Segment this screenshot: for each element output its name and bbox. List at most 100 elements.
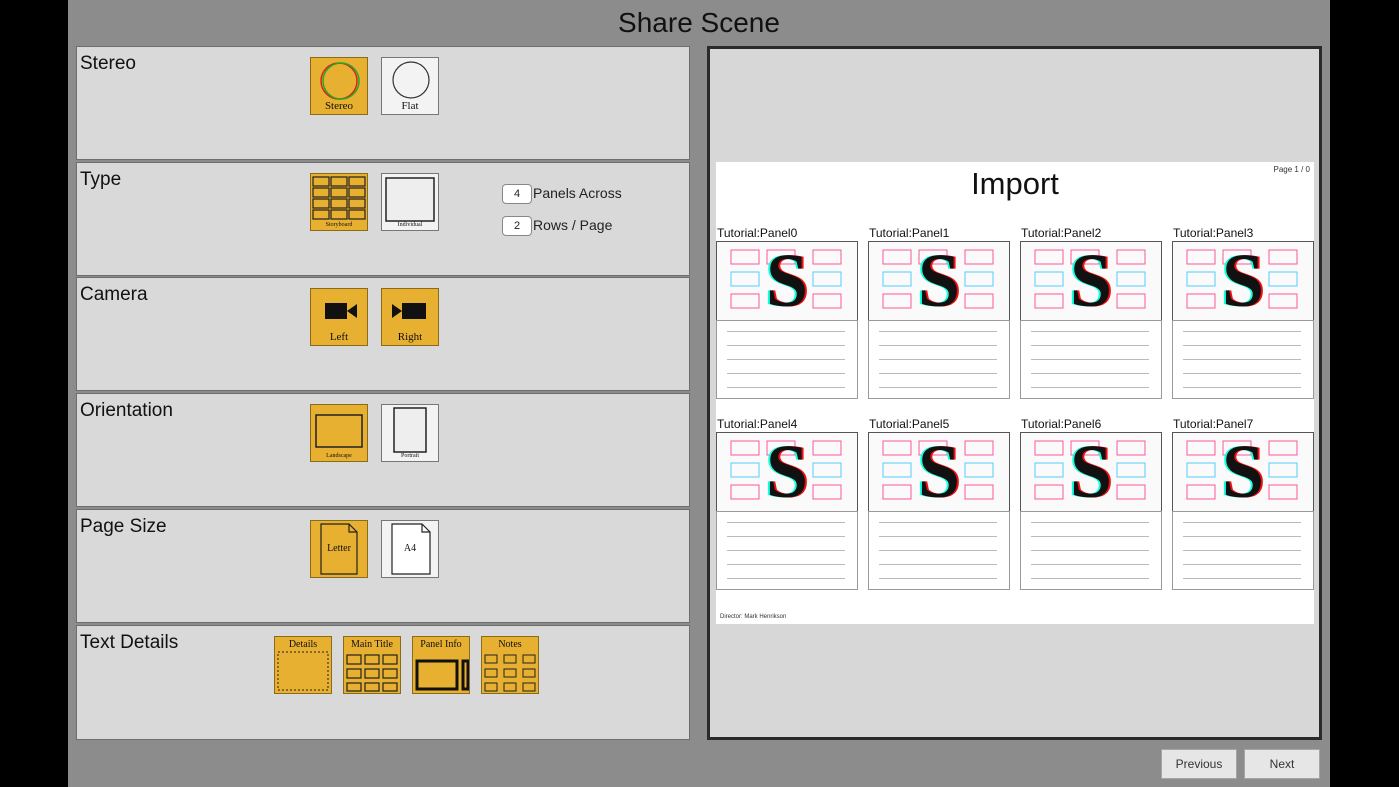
text-details-label: Text Details [80, 632, 179, 653]
a4-option-button[interactable]: A4 [381, 520, 439, 578]
anaglyph-logo-icon: SSS [1186, 433, 1298, 511]
preview-panel-name: Tutorial:Panel3 [1173, 226, 1254, 240]
window-title: Share Scene [618, 7, 780, 38]
camera-label: Camera [80, 284, 148, 305]
flat-option-button[interactable]: Flat [381, 57, 439, 115]
preview-page: Import Page 1 / 0 Tutorial:Panel0 S S S Tuto… [716, 162, 1314, 624]
letter-option-label: Letter [327, 543, 351, 554]
anaglyph-logo-icon: SSS [1186, 242, 1298, 320]
panel-thumbnail: SSS [868, 432, 1010, 512]
camera-left-label: Left [329, 331, 349, 343]
text-details-row: Text Details Details Main Title Panel In… [76, 625, 690, 740]
svg-text:S: S [766, 242, 808, 320]
panels-across-label: Panels Across [533, 185, 622, 201]
portrait-option-button[interactable]: Portrait [381, 404, 439, 462]
individual-option-label: Individual [397, 222, 423, 228]
anaglyph-logo-icon: SSS [882, 242, 994, 320]
storyboard-option-label: Storyboard [325, 222, 353, 228]
panel-thumbnail: SSS [868, 241, 1010, 321]
preview-panel: Tutorial:Panel5 S S S [868, 417, 1010, 593]
panel-thumbnail: SSS [1172, 241, 1314, 321]
share-scene-window: Share Scene Stereo Stereo Flat Type Stor… [68, 0, 1330, 787]
rows-per-page-label: Rows / Page [533, 217, 613, 233]
preview-panel: Tutorial:Panel6 S S S [1020, 417, 1162, 593]
camera-row: Camera Left Right [76, 277, 690, 391]
svg-text:S: S [1222, 242, 1264, 320]
anaglyph-logo-icon: SSS [882, 433, 994, 511]
type-row: Type Storyboard Individual 4 Panels Acro… [76, 162, 690, 276]
panel-notes-area [1020, 511, 1162, 590]
panel-thumbnail: SSS [1172, 432, 1314, 512]
preview-panel-name: Tutorial:Panel1 [869, 226, 950, 240]
stereo-option-label: Stereo [324, 100, 354, 112]
main-title-icon [346, 654, 398, 692]
main-title-toggle-button[interactable]: Main Title [343, 636, 401, 694]
a4-option-label: A4 [403, 543, 417, 554]
camera-right-button[interactable]: Right [381, 288, 439, 346]
panel-notes-area [716, 320, 858, 399]
notes-icon [484, 654, 536, 692]
page-size-row: Page Size Letter A4 [76, 509, 690, 623]
svg-text:S: S [918, 433, 960, 511]
stereo-option-button[interactable]: Stereo [310, 57, 368, 115]
preview-panel: Tutorial:Panel2 S S S [1020, 226, 1162, 402]
rows-per-page-input[interactable]: 2 [502, 216, 532, 236]
storyboard-option-button[interactable]: Storyboard [310, 173, 368, 231]
stereo-row: Stereo Stereo Flat [76, 46, 690, 160]
details-icon [277, 651, 329, 691]
panel-notes-area [716, 511, 858, 590]
preview-panel-name: Tutorial:Panel0 [717, 226, 798, 240]
panel-notes-area [868, 511, 1010, 590]
panel-thumbnail: SSS [1020, 241, 1162, 321]
svg-text:S: S [918, 242, 960, 320]
preview-frame: Import Page 1 / 0 Tutorial:Panel0 S S S Tuto… [707, 46, 1322, 740]
preview-panel: Tutorial:Panel1 S S S [868, 226, 1010, 402]
preview-panel-name: Tutorial:Panel2 [1021, 226, 1102, 240]
panel-notes-area [1020, 320, 1162, 399]
preview-panel-name: Tutorial:Panel7 [1173, 417, 1254, 431]
preview-page-number: Page 1 / 0 [1273, 165, 1310, 174]
details-toggle-button[interactable]: Details [274, 636, 332, 694]
orientation-label: Orientation [80, 400, 173, 421]
camera-right-label: Right [397, 331, 423, 343]
landscape-option-label: Landscape [326, 453, 352, 459]
svg-text:S: S [1070, 433, 1112, 511]
next-button[interactable]: Next [1244, 749, 1320, 779]
landscape-option-button[interactable]: Landscape [310, 404, 368, 462]
anaglyph-logo-icon: SSS [730, 433, 842, 511]
panel-thumbnail: SSS [1020, 432, 1162, 512]
previous-button[interactable]: Previous [1161, 749, 1237, 779]
preview-panel: Tutorial:Panel4 S S S [716, 417, 858, 593]
anaglyph-logo-icon: SSS [1034, 242, 1146, 320]
stereo-label: Stereo [80, 53, 136, 74]
panel-info-toggle-button[interactable]: Panel Info [412, 636, 470, 694]
individual-option-button[interactable]: Individual [381, 173, 439, 231]
preview-panel: Tutorial:Panel0 S S S [716, 226, 858, 402]
preview-panel-name: Tutorial:Panel6 [1021, 417, 1102, 431]
flat-option-label: Flat [401, 100, 419, 112]
panel-notes-area [868, 320, 1010, 399]
panel-notes-area [1172, 511, 1314, 590]
svg-text:S: S [1070, 242, 1112, 320]
orientation-row: Orientation Landscape Portrait [76, 393, 690, 507]
svg-text:S: S [1222, 433, 1264, 511]
preview-title: Import [971, 166, 1059, 201]
panel-notes-area [1172, 320, 1314, 399]
page-size-label: Page Size [80, 516, 167, 537]
panel-info-icon [415, 659, 469, 691]
preview-panel-name: Tutorial:Panel4 [717, 417, 798, 431]
camera-left-button[interactable]: Left [310, 288, 368, 346]
preview-panel: Tutorial:Panel3 S S S [1172, 226, 1314, 402]
svg-text:S: S [766, 433, 808, 511]
panel-thumbnail: SSS [716, 432, 858, 512]
panel-thumbnail: SSS [716, 241, 858, 321]
preview-director: Director: Mark Henrikson [720, 614, 787, 620]
anaglyph-logo-icon: SSS [730, 242, 842, 320]
panels-across-input[interactable]: 4 [502, 184, 532, 204]
notes-toggle-button[interactable]: Notes [481, 636, 539, 694]
anaglyph-logo-icon: SSS [1034, 433, 1146, 511]
preview-panel: Tutorial:Panel7 S S S [1172, 417, 1314, 593]
type-label: Type [80, 169, 122, 190]
letter-option-button[interactable]: Letter [310, 520, 368, 578]
preview-panel-name: Tutorial:Panel5 [869, 417, 950, 431]
